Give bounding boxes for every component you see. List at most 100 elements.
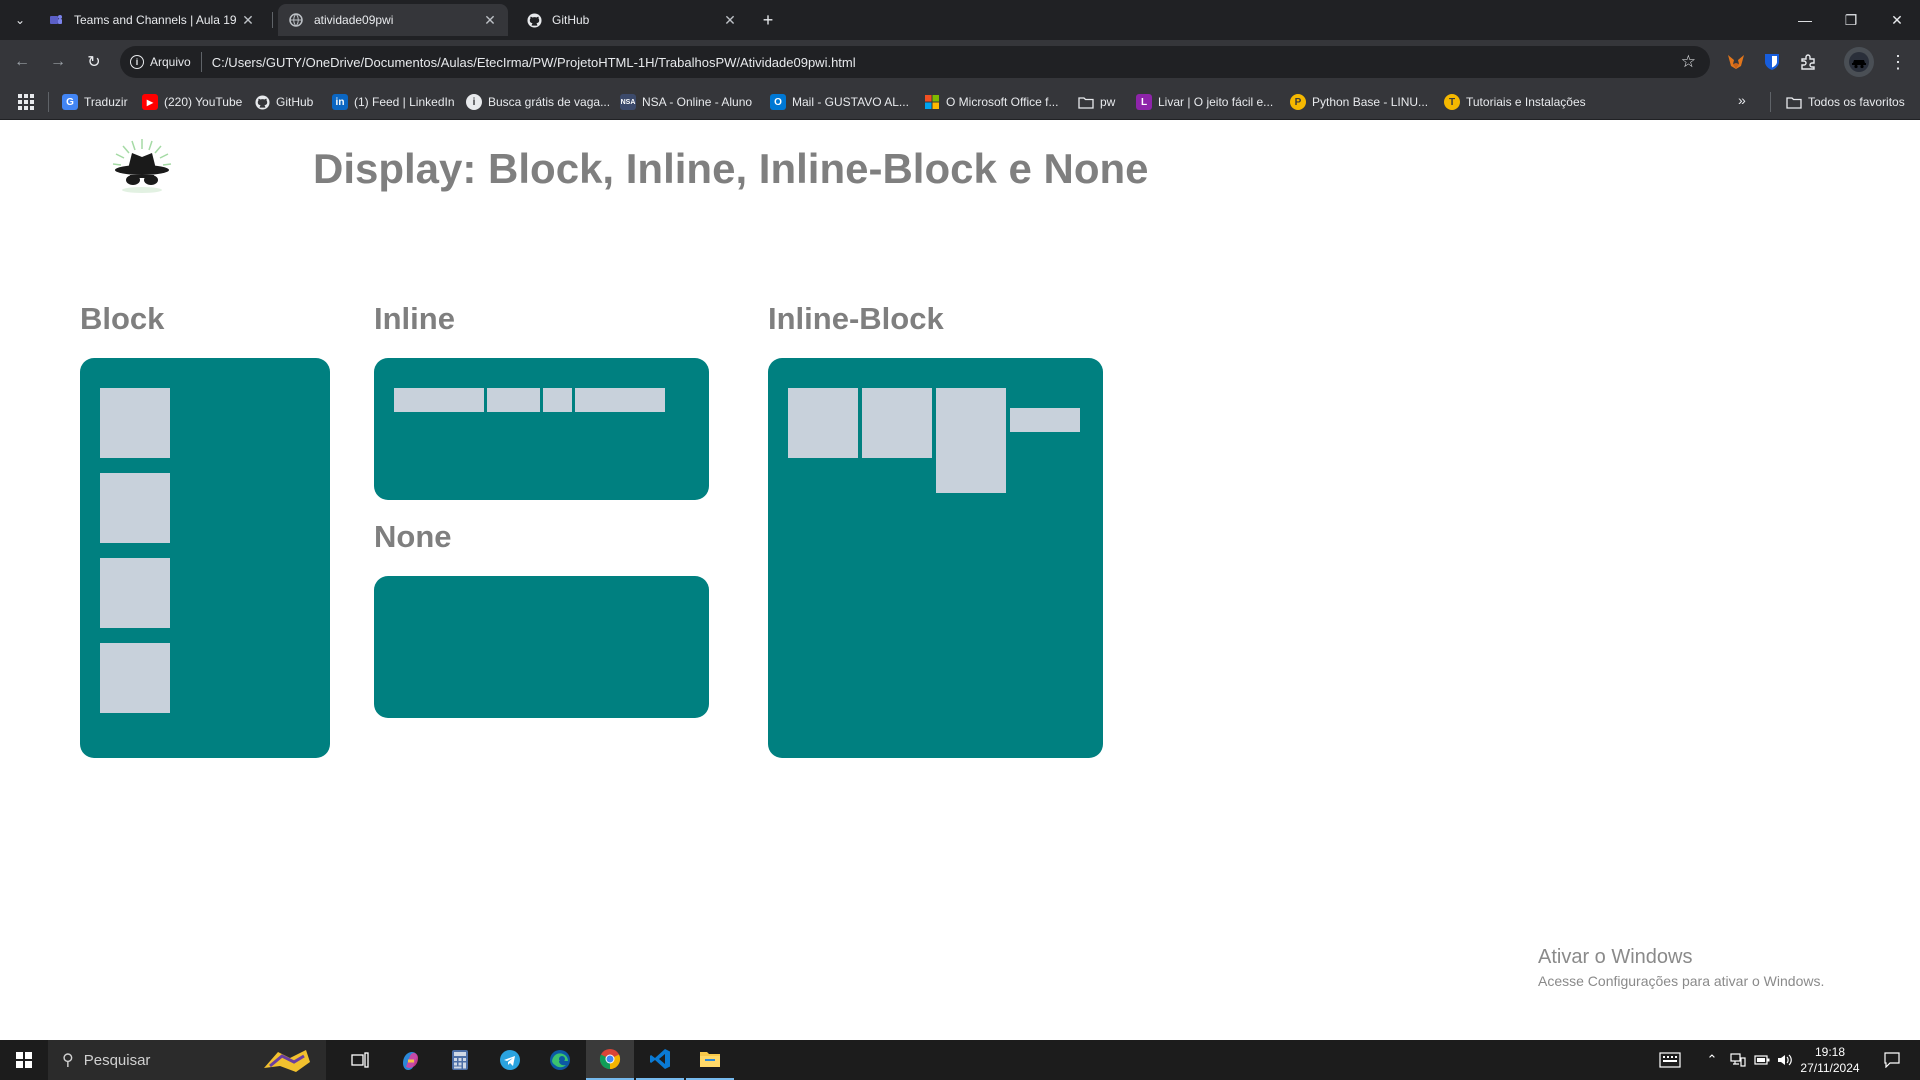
bookmark-folder-pw[interactable]: pw <box>1078 92 1115 112</box>
inline-box <box>543 388 572 412</box>
copilot-icon[interactable] <box>386 1040 434 1080</box>
none-container <box>374 576 709 718</box>
network-icon[interactable] <box>1726 1040 1750 1080</box>
bitwarden-shield-icon[interactable] <box>1760 50 1784 74</box>
block-box <box>100 643 170 713</box>
bookmark-mail[interactable]: O Mail - GUSTAVO AL... <box>770 92 909 112</box>
windows-logo-icon <box>16 1052 32 1068</box>
edge-icon[interactable] <box>536 1040 584 1080</box>
browser-toolbar: ← → ↻ i Arquivo C:/Users/GUTY/OneDrive/D… <box>0 40 1920 84</box>
bookmark-star-icon[interactable]: ☆ <box>1681 52 1696 72</box>
outlook-icon: O <box>770 94 786 110</box>
apps-grid-icon[interactable] <box>18 94 34 110</box>
profile-avatar[interactable] <box>1844 47 1874 77</box>
inline-heading: Inline <box>374 301 455 336</box>
close-icon[interactable]: ✕ <box>482 12 498 28</box>
tab-teams[interactable]: Teams and Channels | Aula 19 - ✕ <box>38 4 266 36</box>
teams-icon <box>48 12 64 28</box>
tab-github[interactable]: GitHub ✕ <box>516 4 748 36</box>
chrome-menu-icon[interactable]: ⋮ <box>1886 50 1910 74</box>
info-icon: i <box>130 55 144 69</box>
python-icon: P <box>1290 94 1306 110</box>
search-highlight-art-icon <box>264 1050 310 1072</box>
bookmark-tutoriais[interactable]: T Tutoriais e Instalações <box>1444 92 1586 112</box>
url-text[interactable]: C:/Users/GUTY/OneDrive/Documentos/Aulas/… <box>212 55 1710 70</box>
extensions-puzzle-icon[interactable] <box>1796 50 1820 74</box>
reload-icon[interactable]: ↻ <box>82 50 106 74</box>
tutorial-icon: T <box>1444 94 1460 110</box>
bookmark-youtube[interactable]: ▶ (220) YouTube <box>142 92 242 112</box>
bookmark-python[interactable]: P Python Base - LINU... <box>1290 92 1428 112</box>
bookmark-label: Mail - GUSTAVO AL... <box>792 95 909 109</box>
bookmark-livar[interactable]: L Livar | O jeito fácil e... <box>1136 92 1273 112</box>
task-view-icon[interactable] <box>336 1040 384 1080</box>
chrome-icon[interactable] <box>586 1040 634 1080</box>
tab-title: GitHub <box>552 13 590 27</box>
info-icon: i <box>466 94 482 110</box>
block-heading: Block <box>80 301 165 336</box>
close-icon[interactable]: ✕ <box>722 12 738 28</box>
battery-icon[interactable] <box>1750 1040 1774 1080</box>
page-title: Display: Block, Inline, Inline-Block e N… <box>313 145 1149 192</box>
forward-icon[interactable]: → <box>46 50 70 74</box>
bookmark-busca-vagas[interactable]: i Busca grátis de vaga... <box>466 92 610 112</box>
minimize-icon[interactable]: — <box>1782 0 1828 40</box>
keyboard-layout-icon[interactable] <box>1652 1040 1688 1080</box>
taskbar-clock[interactable]: 19:18 27/11/2024 <box>1790 1044 1870 1076</box>
site-chip-label: Arquivo <box>150 55 191 69</box>
notifications-icon[interactable] <box>1872 1040 1912 1080</box>
bookmark-label: (220) YouTube <box>164 95 243 109</box>
bookmark-nsa[interactable]: NSA NSA - Online - Aluno <box>620 92 752 112</box>
windows-activation-watermark: Ativar o Windows Acesse Configurações pa… <box>1538 946 1824 989</box>
linkedin-icon: in <box>332 94 348 110</box>
block-container <box>80 358 330 758</box>
vscode-icon[interactable] <box>636 1040 684 1080</box>
back-icon[interactable]: ← <box>10 50 34 74</box>
inline-box <box>487 388 540 412</box>
bookmark-office[interactable]: O Microsoft Office f... <box>924 92 1058 112</box>
livar-icon: L <box>1136 94 1152 110</box>
inline-block-box <box>862 388 932 458</box>
window-close-icon[interactable]: ✕ <box>1874 0 1920 40</box>
calculator-icon[interactable] <box>436 1040 484 1080</box>
tab-title: Teams and Channels | Aula 19 - <box>74 13 240 27</box>
bookmark-label: pw <box>1100 95 1116 109</box>
new-tab-plus-icon[interactable]: + <box>756 8 780 32</box>
bookmarks-overflow-icon[interactable]: » <box>1738 92 1746 108</box>
telegram-icon[interactable] <box>486 1040 534 1080</box>
bookmarks-bar: G Traduzir ▶ (220) YouTube GitHub in (1)… <box>0 84 1920 120</box>
bookmark-divider <box>1770 92 1771 112</box>
tab-strip: ⌄ Teams and Channels | Aula 19 - ✕ ativi… <box>0 0 1920 40</box>
none-heading: None <box>374 519 452 554</box>
bookmark-label: Busca grátis de vaga... <box>488 95 611 109</box>
taskbar-search-box[interactable]: ⚲ Pesquisar <box>48 1040 326 1080</box>
bookmark-traduzir[interactable]: G Traduzir <box>62 92 128 112</box>
tab-atividade09pwi[interactable]: atividade09pwi ✕ <box>278 4 508 36</box>
close-icon[interactable]: ✕ <box>240 12 256 28</box>
inline-block-box <box>1010 408 1080 432</box>
bookmark-github[interactable]: GitHub <box>254 92 313 112</box>
bookmark-label: Traduzir <box>84 95 128 109</box>
clock-time: 19:18 <box>1814 1045 1846 1059</box>
address-bar[interactable]: i Arquivo C:/Users/GUTY/OneDrive/Documen… <box>120 46 1710 78</box>
inline-block-box <box>936 388 1006 493</box>
tab-divider <box>272 12 273 28</box>
inline-container <box>374 358 709 500</box>
restore-icon[interactable]: ❐ <box>1828 0 1874 40</box>
bookmark-label: GitHub <box>276 95 314 109</box>
bookmark-label: Tutoriais e Instalações <box>1466 95 1586 109</box>
all-bookmarks-folder[interactable]: Todos os favoritos <box>1786 92 1905 112</box>
site-info-chip[interactable]: i Arquivo <box>130 52 202 72</box>
start-button[interactable] <box>0 1040 48 1080</box>
metamask-fox-icon[interactable] <box>1724 50 1748 74</box>
file-explorer-icon[interactable] <box>686 1040 734 1080</box>
watermark-title: Ativar o Windows <box>1538 946 1693 968</box>
tray-overflow-chevron-icon[interactable]: ⌃ <box>1700 1040 1724 1080</box>
tab-search-chevron-icon[interactable]: ⌄ <box>8 8 32 32</box>
inline-block-container <box>768 358 1103 758</box>
inline-box <box>394 388 484 412</box>
translate-icon: G <box>62 94 78 110</box>
block-box <box>100 473 170 543</box>
globe-icon <box>288 12 304 28</box>
bookmark-linkedin[interactable]: in (1) Feed | LinkedIn <box>332 92 455 112</box>
